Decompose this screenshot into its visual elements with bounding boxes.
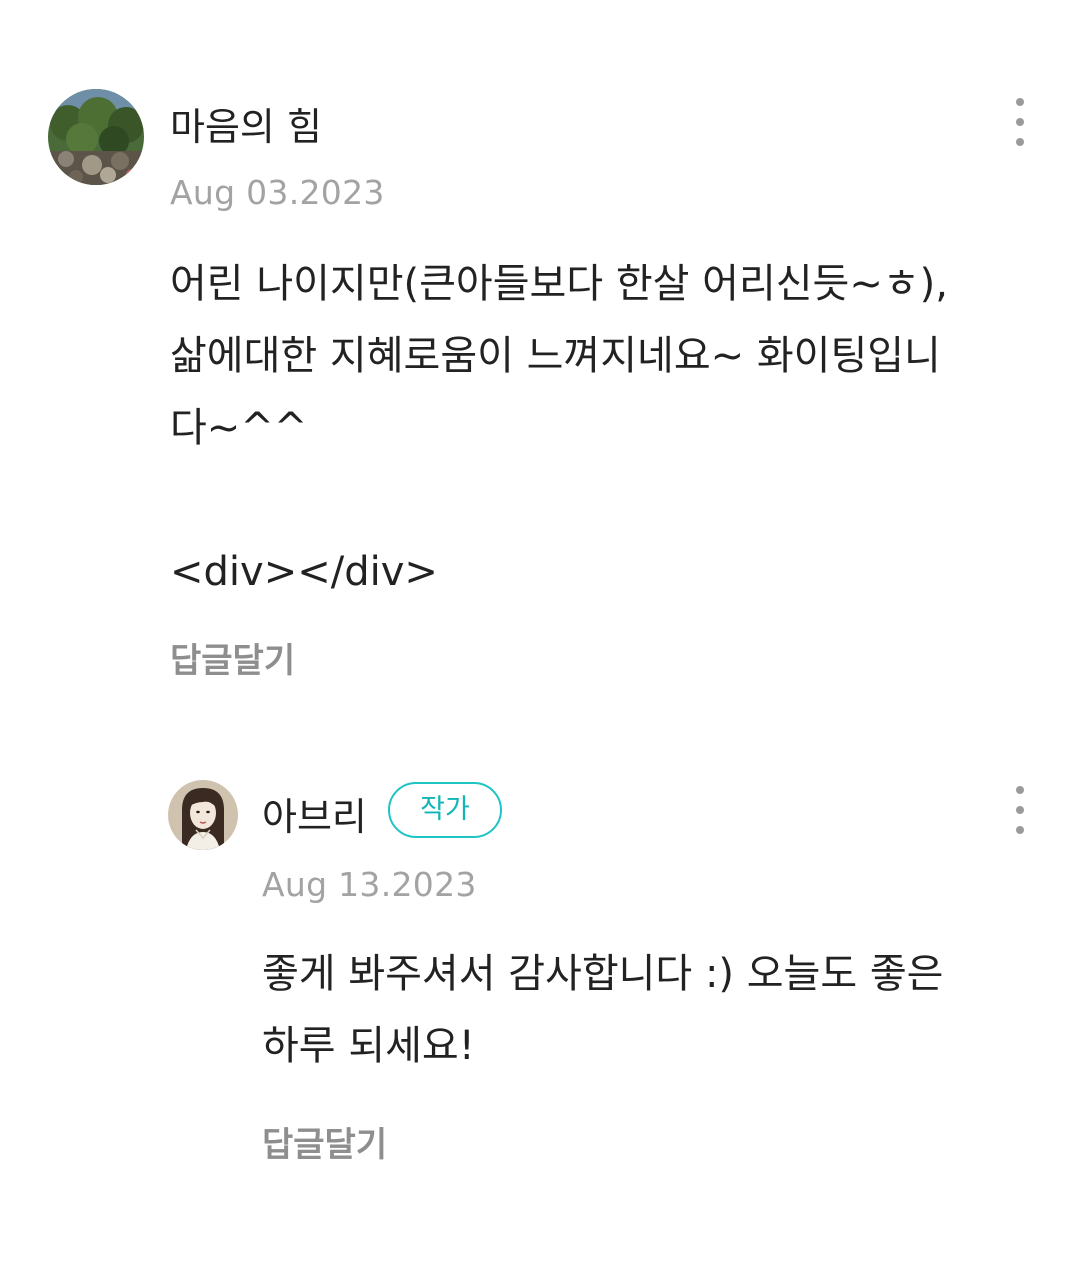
reply-date: Aug 13.2023: [262, 865, 477, 904]
more-vertical-icon: [1016, 786, 1024, 794]
more-options-button[interactable]: [1000, 782, 1040, 846]
more-vertical-icon: [1016, 98, 1024, 106]
comment-text: 어린 나이지만(큰아들보다 한살 어리신듯~ㅎ), 삶에대한 지혜로움이 느껴지…: [170, 261, 948, 595]
more-vertical-icon-dot: [1016, 826, 1024, 834]
reply-comment-item: 아브리 작가 Aug 13.2023 좋게 봐주셔서 감사합니다 :) 오늘도 …: [0, 760, 1076, 1200]
reply-author-name[interactable]: 아브리: [262, 794, 367, 840]
author-avatar[interactable]: [168, 780, 238, 850]
commenter-avatar[interactable]: [48, 89, 144, 185]
comment-author-name[interactable]: 마음의 힘: [170, 104, 322, 150]
reply-text: 좋게 봐주셔서 감사합니다 :) 오늘도 좋은 하루 되세요!: [262, 951, 944, 1069]
landscape-photo-icon: [48, 89, 144, 185]
more-options-button[interactable]: [1000, 94, 1040, 158]
author-badge: 작가: [388, 782, 502, 838]
portrait-illustration-icon: [168, 780, 238, 850]
more-vertical-icon-dot: [1016, 806, 1024, 814]
reply-button[interactable]: 답글달기: [170, 640, 295, 682]
comment-date: Aug 03.2023: [170, 173, 385, 212]
reply-button[interactable]: 답글달기: [262, 1124, 387, 1166]
more-vertical-icon-dot: [1016, 118, 1024, 126]
comment-item: 마음의 힘 Aug 03.2023 어린 나이지만(큰아들보다 한살 어리신듯~…: [0, 0, 1076, 720]
more-vertical-icon-dot: [1016, 138, 1024, 146]
